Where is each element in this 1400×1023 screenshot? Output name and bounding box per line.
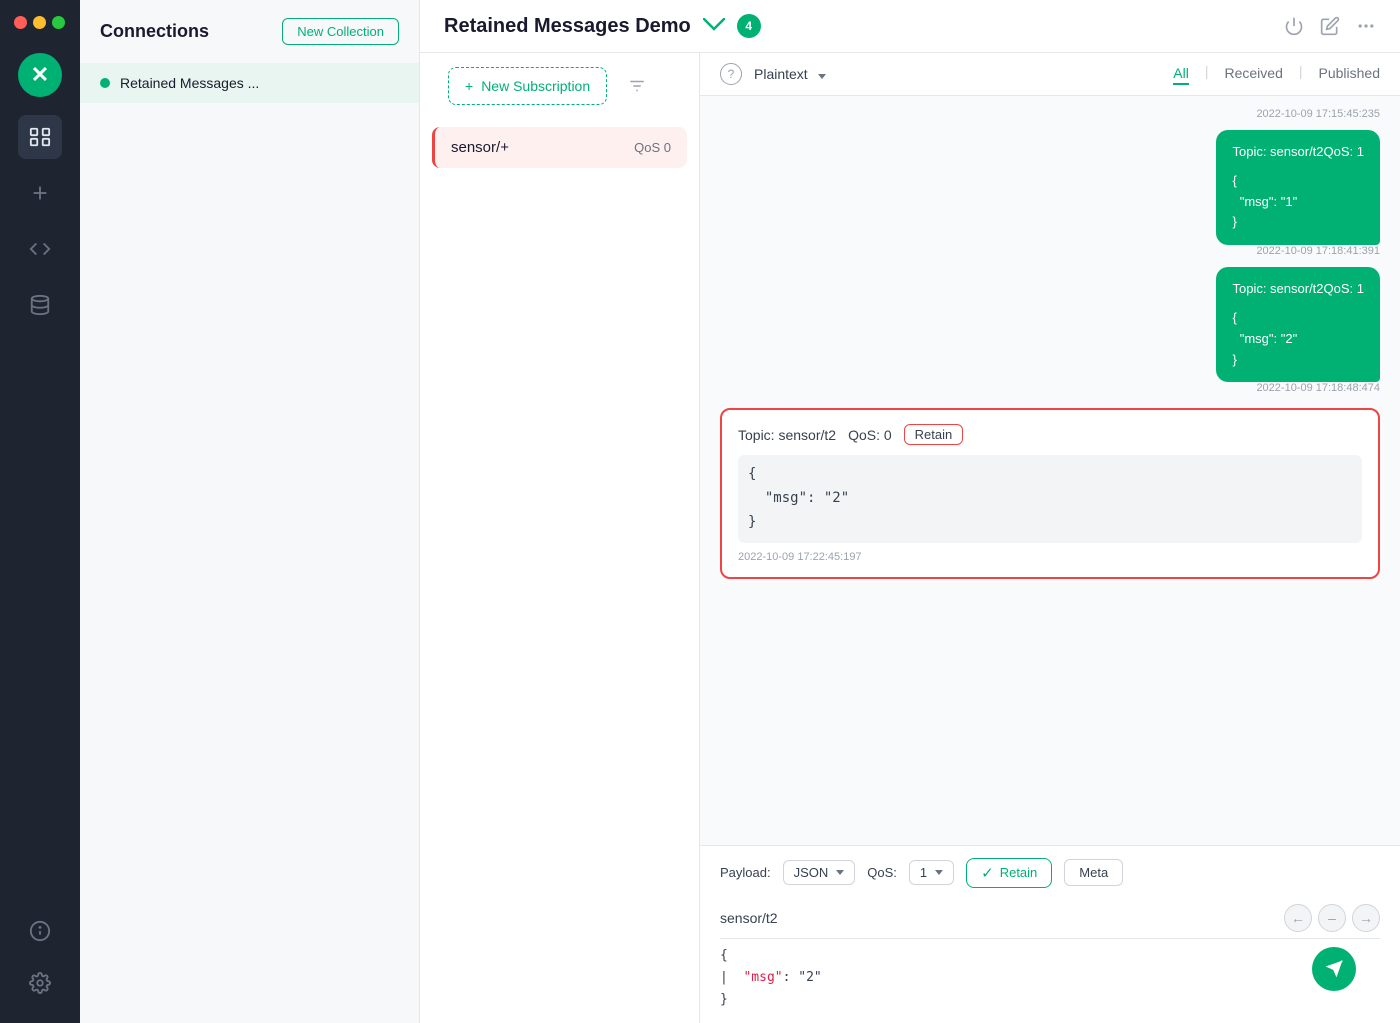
retain-label: Retain: [1000, 865, 1038, 880]
format-chevron-icon: [836, 870, 844, 875]
top-bar: Retained Messages Demo 4: [420, 0, 1400, 53]
highlighted-topic: Topic: sensor/t2: [738, 427, 836, 443]
app-logo: ✕: [18, 53, 62, 97]
new-collection-button[interactable]: New Collection: [282, 18, 399, 45]
help-icon[interactable]: ?: [720, 63, 742, 85]
msg-qos-2: QoS: 1: [1324, 279, 1364, 300]
nav-info[interactable]: [18, 909, 62, 953]
nav-connections[interactable]: [18, 115, 62, 159]
content-area: + New Subscription sensor/+ QoS 0 ?: [420, 53, 1400, 1023]
format-label: Plaintext: [754, 66, 808, 82]
dropdown-icon[interactable]: [703, 16, 725, 37]
connections-panel: Connections New Collection Retained Mess…: [80, 0, 420, 1023]
qos-chevron-icon: [935, 870, 943, 875]
highlighted-msg-timestamp: 2022-10-09 17:22:45:197: [738, 551, 1362, 563]
msg-header-1: Topic: sensor/t2 QoS: 1: [1232, 142, 1364, 163]
topic-input[interactable]: [720, 910, 1284, 926]
messages-list: 2022-10-09 17:15:45:235 Topic: sensor/t2…: [700, 96, 1400, 845]
tab-received[interactable]: Received: [1224, 63, 1282, 85]
subscription-header-row: + New Subscription: [420, 53, 699, 119]
subscription-panel: + New Subscription sensor/+ QoS 0: [420, 53, 700, 1023]
subscription-item[interactable]: sensor/+ QoS 0: [432, 127, 687, 168]
message-toolbar: ? Plaintext All | Received | Published: [700, 53, 1400, 96]
help-icon-label: ?: [728, 67, 735, 81]
payload-label: Payload:: [720, 865, 771, 880]
minimize-light[interactable]: [33, 16, 46, 29]
qos-select-btn[interactable]: 1: [909, 860, 954, 885]
message-group-2: Topic: sensor/t2 QoS: 1 { "msg": "2"} 20…: [720, 267, 1380, 396]
nav-prev-button[interactable]: –: [1318, 904, 1346, 932]
msg-topic-1: Topic: sensor/t2: [1232, 142, 1323, 163]
connection-item-retained[interactable]: Retained Messages ...: [80, 63, 419, 103]
nav-back-button[interactable]: ←: [1284, 904, 1312, 932]
msg-qos-1: QoS: 1: [1324, 142, 1364, 163]
connections-header: Connections New Collection: [80, 0, 419, 63]
message-group-1: Topic: sensor/t2 QoS: 1 { "msg": "1"} 20…: [720, 130, 1380, 259]
edit-button[interactable]: [1320, 16, 1340, 36]
highlighted-qos: QoS: 0: [848, 427, 892, 443]
payload-key: "msg": [743, 970, 782, 985]
message-bubble-1: Topic: sensor/t2 QoS: 1 { "msg": "1"}: [1216, 130, 1380, 245]
nav-next-button[interactable]: →: [1352, 904, 1380, 932]
nav-arrows: ← – →: [1284, 904, 1380, 932]
main-area: Retained Messages Demo 4: [420, 0, 1400, 1023]
payload-editor[interactable]: { | "msg": "2" }: [720, 945, 1380, 1011]
sidebar: ✕: [0, 0, 80, 1023]
qos-value: 1: [920, 865, 927, 880]
top-bar-actions: [1284, 16, 1376, 36]
msg-header-2: Topic: sensor/t2 QoS: 1: [1232, 279, 1364, 300]
publish-area: Payload: JSON QoS: 1 ✓ Retain Meta: [700, 845, 1400, 1023]
nav-data[interactable]: [18, 283, 62, 327]
highlighted-msg-body: { "msg": "2" }: [738, 455, 1362, 542]
msg-body-1: { "msg": "1"}: [1232, 171, 1364, 233]
close-light[interactable]: [14, 16, 27, 29]
nav-settings[interactable]: [18, 961, 62, 1005]
new-subscription-label: New Subscription: [481, 78, 590, 94]
traffic-lights: [0, 16, 65, 29]
connection-badge: 4: [737, 14, 761, 38]
message-panel: ? Plaintext All | Received | Published 2…: [700, 53, 1400, 1023]
msg-timestamp-2: 2022-10-09 17:18:48:474: [1256, 382, 1380, 394]
qos-label: QoS:: [867, 865, 897, 880]
format-value: JSON: [794, 865, 829, 880]
nav-add[interactable]: [18, 171, 62, 215]
power-button[interactable]: [1284, 16, 1304, 36]
publish-toolbar: Payload: JSON QoS: 1 ✓ Retain Meta: [720, 858, 1380, 888]
page-title: Retained Messages Demo: [444, 15, 691, 38]
filter-tabs: All | Received | Published: [1173, 63, 1380, 85]
tab-published[interactable]: Published: [1319, 63, 1381, 85]
subscription-qos: QoS 0: [634, 140, 671, 155]
nav-code[interactable]: [18, 227, 62, 271]
connection-name: Retained Messages ...: [120, 75, 259, 91]
tab-all[interactable]: All: [1173, 63, 1189, 85]
subscription-topic: sensor/+: [451, 139, 509, 156]
maximize-light[interactable]: [52, 16, 65, 29]
chevron-down-icon: [814, 66, 826, 82]
connections-title: Connections: [100, 21, 209, 42]
publish-bottom: ← – → { | "msg": "2" }: [720, 898, 1380, 1011]
sidebar-bottom: [18, 907, 62, 1007]
retain-toggle-button[interactable]: ✓ Retain: [966, 858, 1052, 888]
msg-body-2: { "msg": "2"}: [1232, 308, 1364, 370]
plus-icon: +: [465, 78, 473, 94]
meta-button[interactable]: Meta: [1064, 859, 1123, 886]
retain-badge: Retain: [904, 424, 964, 445]
send-button[interactable]: [1312, 947, 1356, 991]
filter-button[interactable]: [621, 70, 653, 102]
format-select[interactable]: Plaintext: [754, 66, 826, 82]
highlighted-msg-header: Topic: sensor/t2 QoS: 0 Retain: [738, 424, 1362, 445]
more-button[interactable]: [1356, 16, 1376, 36]
msg-topic-2: Topic: sensor/t2: [1232, 279, 1323, 300]
msg-timestamp-1: 2022-10-09 17:18:41:391: [1256, 245, 1380, 257]
new-subscription-button[interactable]: + New Subscription: [448, 67, 607, 105]
retain-check-icon: ✓: [981, 864, 994, 882]
format-select-btn[interactable]: JSON: [783, 860, 856, 885]
topic-row: ← – →: [720, 898, 1380, 939]
prev-timestamp: 2022-10-09 17:15:45:235: [720, 108, 1380, 120]
connection-status-dot: [100, 78, 110, 88]
highlighted-message: Topic: sensor/t2 QoS: 0 Retain { "msg": …: [720, 408, 1380, 578]
message-bubble-2: Topic: sensor/t2 QoS: 1 { "msg": "2"}: [1216, 267, 1380, 382]
